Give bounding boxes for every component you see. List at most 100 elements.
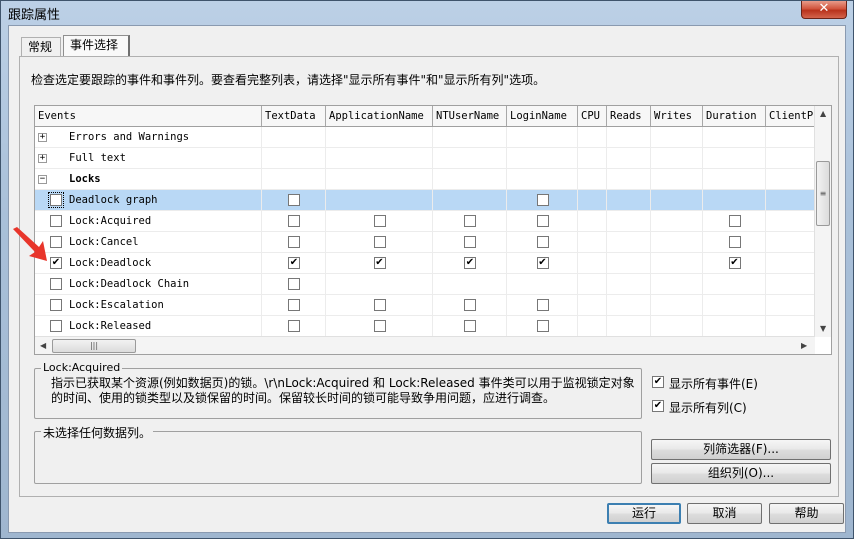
event-checkbox[interactable] <box>50 299 62 311</box>
column-header-loginname[interactable]: LoginName <box>507 106 578 126</box>
grid-cell <box>507 127 578 147</box>
column-checkbox-applicationname[interactable] <box>373 320 386 332</box>
column-header-cpu[interactable]: CPU <box>578 106 607 126</box>
grid-cell <box>433 169 507 189</box>
column-checkbox-textdata[interactable] <box>288 278 300 290</box>
event-checkbox[interactable] <box>50 320 62 332</box>
column-header-writes[interactable]: Writes <box>651 106 703 126</box>
run-button[interactable]: 运行 <box>607 503 681 524</box>
column-header-events[interactable]: Events <box>35 106 262 126</box>
category-row[interactable]: + Errors and Warnings <box>35 127 826 148</box>
event-row[interactable]: Lock:Acquired <box>35 211 826 232</box>
help-button[interactable]: 帮助 <box>769 503 844 524</box>
column-checkbox-applicationname[interactable] <box>373 299 386 311</box>
column-header-ntusername[interactable]: NTUserName <box>433 106 507 126</box>
row-label: Locks <box>69 173 101 185</box>
grid-cell <box>262 169 326 189</box>
vertical-scroll-thumb[interactable]: ≡ <box>816 161 830 226</box>
tab-events-selection[interactable]: 事件选择 <box>63 35 130 58</box>
grid-cell <box>607 148 651 168</box>
grid-cell <box>607 190 651 210</box>
event-checkbox[interactable] <box>50 278 62 290</box>
column-checkbox-textdata[interactable] <box>288 299 300 311</box>
column-header-reads[interactable]: Reads <box>607 106 651 126</box>
vertical-scrollbar[interactable]: ▲ ≡ ▼ <box>814 106 831 337</box>
column-checkbox-ntusername[interactable] <box>464 299 476 311</box>
grid-cell <box>578 127 607 147</box>
column-header-duration[interactable]: Duration <box>703 106 766 126</box>
grid-cell <box>651 127 703 147</box>
column-checkbox-ntusername[interactable] <box>464 320 476 332</box>
column-checkbox-textdata[interactable] <box>288 215 300 227</box>
category-row[interactable]: + Full text <box>35 148 826 169</box>
row-label: Lock:Cancel <box>69 236 139 248</box>
column-checkbox-loginname[interactable] <box>536 236 549 248</box>
column-checkbox-ntusername[interactable]: ✔ <box>464 257 476 269</box>
column-checkbox-textdata[interactable] <box>288 194 300 206</box>
horizontal-scrollbar[interactable]: ◀ ||| ▶ <box>35 336 815 354</box>
horizontal-scroll-thumb[interactable]: ||| <box>52 339 136 353</box>
event-row[interactable]: Lock:Cancel <box>35 232 826 253</box>
close-button[interactable]: ✕ <box>801 1 847 19</box>
column-header-textdata[interactable]: TextData <box>262 106 326 126</box>
column-checkbox-ntusername[interactable] <box>464 236 476 248</box>
grid-cell <box>433 190 507 210</box>
show-all-events-label: 显示所有事件(E) <box>669 377 758 391</box>
event-row[interactable]: Lock:Deadlock Chain <box>35 274 826 295</box>
column-checkbox-loginname[interactable] <box>536 194 549 206</box>
column-header-applicationname[interactable]: ApplicationName <box>326 106 433 126</box>
collapse-icon[interactable]: − <box>38 175 47 184</box>
show-all-columns-check-icon[interactable]: ✔ <box>652 400 664 412</box>
column-checkbox-textdata[interactable] <box>288 236 300 248</box>
show-all-events-check-icon[interactable]: ✔ <box>652 376 664 388</box>
event-row[interactable]: Lock:Escalation <box>35 295 826 316</box>
column-checkbox-textdata[interactable] <box>288 320 300 332</box>
grid-cell <box>651 190 703 210</box>
column-checkbox-loginname[interactable]: ✔ <box>536 257 549 269</box>
cancel-button[interactable]: 取消 <box>687 503 762 524</box>
scroll-left-icon[interactable]: ◀ <box>40 341 46 350</box>
grid-cell <box>578 274 607 294</box>
expand-icon[interactable]: + <box>38 154 47 163</box>
event-description-text: 指示已获取某个资源(例如数据页)的锁。\r\nLock:Acquired 和 L… <box>51 376 635 405</box>
column-checkbox-duration[interactable]: ✔ <box>728 257 741 269</box>
scroll-right-icon[interactable]: ▶ <box>801 341 807 350</box>
scroll-down-icon[interactable]: ▼ <box>820 324 826 333</box>
grid-cell <box>703 148 766 168</box>
grid-cell <box>651 148 703 168</box>
dialog-client: 常规 事件选择 检查选定要跟踪的事件和事件列。要查看完整列表，请选择"显示所有事… <box>8 25 846 533</box>
column-checkbox-applicationname[interactable] <box>373 236 386 248</box>
grid-cell <box>703 274 766 294</box>
row-label: Lock:Escalation <box>69 299 164 311</box>
grid-cell <box>578 169 607 189</box>
event-row[interactable]: Deadlock graph <box>35 190 826 211</box>
expand-icon[interactable]: + <box>38 133 47 142</box>
grip-icon: ||| <box>89 341 99 350</box>
column-checkbox-loginname[interactable] <box>536 299 549 311</box>
grid-cell <box>703 190 766 210</box>
event-checkbox[interactable] <box>48 192 64 208</box>
event-row[interactable]: Lock:Released <box>35 316 826 337</box>
column-checkbox-duration[interactable] <box>728 215 741 227</box>
tab-general[interactable]: 常规 <box>21 37 61 57</box>
column-checkbox-ntusername[interactable] <box>464 215 476 227</box>
column-checkbox-duration[interactable] <box>728 236 741 248</box>
column-checkbox-textdata[interactable]: ✔ <box>288 257 300 269</box>
scroll-up-icon[interactable]: ▲ <box>820 109 826 118</box>
column-checkbox-loginname[interactable] <box>536 320 549 332</box>
organize-columns-button[interactable]: 组织列(O)... <box>651 463 831 484</box>
title-bar[interactable]: 跟踪属性 ✕ <box>1 1 853 25</box>
grid-cell <box>262 148 326 168</box>
column-info-title: 未选择任何数据列。 <box>41 424 154 441</box>
event-checkbox[interactable] <box>50 215 62 227</box>
column-checkbox-loginname[interactable] <box>536 215 549 227</box>
grip-icon: ≡ <box>819 189 827 198</box>
grid-cell <box>651 253 703 273</box>
event-row[interactable]: ✔ ✔ ✔ ✔ ✔ ✔ Lock:Deadlock <box>35 253 826 274</box>
column-checkbox-applicationname[interactable] <box>373 215 386 227</box>
column-filters-button[interactable]: 列筛选器(F)... <box>651 439 831 460</box>
column-checkbox-applicationname[interactable]: ✔ <box>373 257 386 269</box>
event-description-title: Lock:Acquired <box>41 361 123 374</box>
grid-cell <box>651 232 703 252</box>
category-row[interactable]: − Locks <box>35 169 826 190</box>
